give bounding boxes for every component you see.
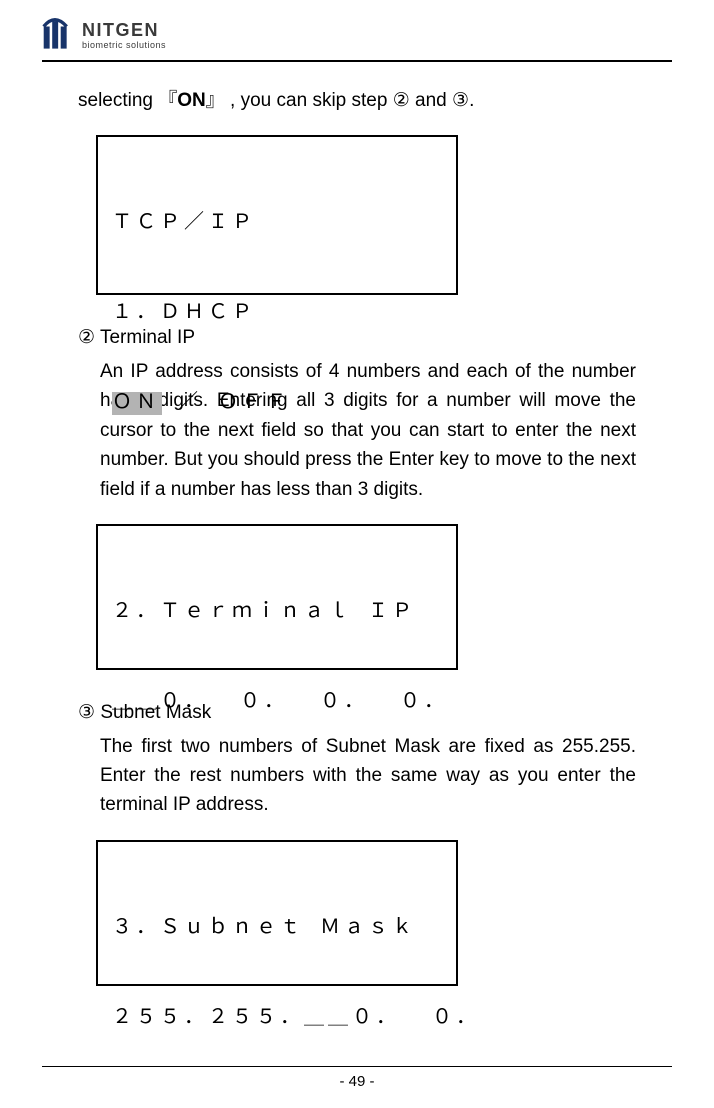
intro-and: and [410,90,452,111]
lcd-line: ＯＮ ／ ＯＦＦ [112,389,442,419]
lcd-line: ＴＣＰ／ＩＰ [112,209,442,239]
page-number: - 49 - [42,1073,672,1090]
lcd-line: ２５５．２５５．＿＿０． ０． [112,1004,442,1034]
page-content: selecting 『ON』 , you can skip step ② and… [42,62,672,986]
intro-post1: 』 , you can skip step [206,90,393,111]
intro-text: selecting 『ON』 , you can skip step ② and… [78,86,636,115]
brand-name: NITGEN [82,21,166,39]
lcd-terminal-ip: ２．Ｔｅｒｍｉｎａｌ ＩＰ ＿＿０． ０． ０． ０． [96,524,458,670]
lcd-line: １．ＤＨＣＰ [112,299,442,329]
section-num: ② [78,327,95,348]
dhcp-off-text: ／ ＯＦＦ [162,392,290,415]
intro-dot: . [469,90,474,111]
lcd-line: ＿＿０． ０． ０． ０． [112,688,442,718]
brand-tagline: biometric solutions [82,41,166,50]
footer-divider [42,1066,672,1067]
intro-on: ON [177,90,206,111]
logo-icon [42,18,76,52]
page-footer: - 49 - [42,1066,672,1090]
brand-logo: NITGEN biometric solutions [42,18,166,52]
intro-circ2: ② [393,90,410,111]
lcd-dhcp: ＴＣＰ／ＩＰ １．ＤＨＣＰ ＯＮ ／ ＯＦＦ [96,135,458,295]
lcd-line: ３．Ｓｕｂｎｅｔ Ｍａｓｋ [112,914,442,944]
section-num: ③ [78,702,95,723]
lcd-line: ２．Ｔｅｒｍｉｎａｌ ＩＰ [112,598,442,628]
lcd-subnet-mask: ３．Ｓｕｂｎｅｔ Ｍａｓｋ ２５５．２５５．＿＿０． ０． [96,840,458,986]
intro-pre: selecting 『 [78,90,177,111]
page-header: NITGEN biometric solutions [42,18,672,56]
intro-circ3: ③ [452,90,469,111]
dhcp-on-highlight: ＯＮ [112,392,162,415]
